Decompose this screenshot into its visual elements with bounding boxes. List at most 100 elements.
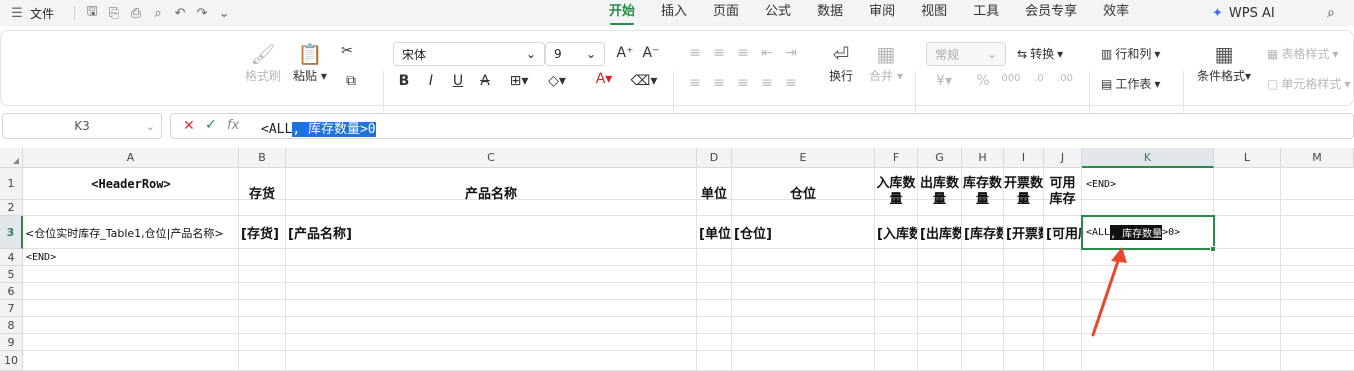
cell-j1[interactable]: 可用库存 [1044, 169, 1081, 215]
cell-i1[interactable]: 开票数量 [1004, 169, 1043, 215]
tab-view[interactable]: 视图 [908, 0, 960, 26]
column-header-b[interactable]: B [239, 148, 286, 168]
align-middle-icon[interactable]: ≡ [709, 45, 729, 61]
rows-cols-button[interactable]: ▥ 行和列 ▾ [1101, 45, 1160, 62]
tab-page[interactable]: 页面 [700, 0, 752, 26]
border-icon[interactable]: ⊞▾ [504, 73, 534, 89]
column-header-d[interactable]: D [697, 148, 732, 168]
row-header-3[interactable]: 3 [0, 216, 23, 249]
cell-f1[interactable]: 入库数量 [875, 169, 917, 215]
column-header-e[interactable]: E [732, 148, 875, 168]
wrap-text-button[interactable]: ⏎ 换行 [829, 41, 853, 84]
decimal-decrease-icon[interactable]: .00 [1055, 73, 1075, 84]
column-header-k[interactable]: K [1082, 148, 1214, 168]
search-icon[interactable]: ⌕ [1320, 2, 1342, 24]
wps-ai-button[interactable]: ✦ WPS AI [1212, 0, 1275, 26]
row-header-9[interactable]: 9 [0, 334, 23, 351]
cell-d1[interactable]: 单位 [697, 169, 731, 215]
italic-icon[interactable]: I [421, 73, 441, 89]
tab-efficiency[interactable]: 效率 [1090, 0, 1142, 26]
row-header-6[interactable]: 6 [0, 283, 23, 300]
row-header-10[interactable]: 10 [0, 351, 23, 371]
fill-handle[interactable] [1210, 246, 1216, 252]
redo-icon[interactable]: ↷ [191, 2, 213, 24]
conditional-format-button[interactable]: ▦ 条件格式▾ [1197, 41, 1251, 84]
chevron-down-icon[interactable]: ⌄ [146, 120, 155, 133]
print-preview-icon[interactable]: ⌕ [147, 2, 169, 24]
cell-b1[interactable]: 存货 [239, 169, 285, 215]
fill-color-icon[interactable]: ◇▾ [542, 73, 572, 89]
row-header-8[interactable]: 8 [0, 317, 23, 334]
select-all-corner[interactable]: ◢ [0, 148, 23, 168]
tab-insert[interactable]: 插入 [648, 0, 700, 26]
convert-button[interactable]: ⇆ 转换 ▾ [1017, 45, 1063, 62]
column-header-l[interactable]: L [1214, 148, 1281, 168]
indent-increase-icon[interactable]: ⇥ [781, 45, 801, 61]
cell-k1[interactable]: <END> [1086, 177, 1206, 191]
format-painter-button[interactable]: 🖌 格式刷 [245, 41, 281, 84]
cell-e1[interactable]: 仓位 [732, 169, 874, 215]
align-top-icon[interactable]: ≡ [685, 45, 705, 61]
cell-j3[interactable]: [可用库存] [1046, 217, 1081, 248]
cell-h1[interactable]: 库存数量 [962, 169, 1003, 215]
cell-h3[interactable]: [库存数量] [964, 217, 1003, 248]
name-box[interactable]: K3 ⌄ [2, 113, 162, 139]
font-color-icon[interactable]: A▾ [589, 71, 619, 87]
justify-icon[interactable]: ≡ [757, 75, 777, 91]
copy-icon[interactable]: ⧉ [341, 73, 361, 89]
font-size-select[interactable]: 9 ⌄ [545, 42, 605, 66]
cell-i3[interactable]: [开票数量] [1006, 217, 1043, 248]
bold-icon[interactable]: B [394, 73, 414, 89]
row-header-4[interactable]: 4 [0, 249, 23, 266]
cell-c3[interactable]: [产品名称] [288, 217, 695, 248]
clear-icon[interactable]: ⌫▾ [629, 73, 659, 89]
currency-icon[interactable]: ¥▾ [931, 73, 957, 89]
column-header-a[interactable]: A [23, 148, 239, 168]
cell-g3[interactable]: [出库数量] [920, 217, 961, 248]
row-header-2[interactable]: 2 [0, 200, 23, 216]
column-header-m[interactable]: M [1281, 148, 1354, 168]
table-style-button[interactable]: ▦ 表格样式 ▾ [1267, 45, 1338, 62]
row-header-7[interactable]: 7 [0, 300, 23, 317]
align-bottom-icon[interactable]: ≡ [733, 45, 753, 61]
column-header-f[interactable]: F [875, 148, 918, 168]
column-header-i[interactable]: I [1004, 148, 1044, 168]
cell-a1[interactable]: <HeaderRow> [24, 169, 238, 199]
hamburger-menu-icon[interactable]: ☰ [6, 2, 28, 24]
worksheet-button[interactable]: ▤ 工作表 ▾ [1101, 75, 1160, 92]
tab-member[interactable]: 会员专享 [1012, 0, 1090, 26]
paste-button[interactable]: 📋 粘贴 ▾ [293, 41, 327, 84]
tab-home[interactable]: 开始 [596, 0, 648, 26]
fx-icon[interactable]: fx [227, 118, 239, 133]
underline-icon[interactable]: U [448, 73, 468, 89]
decimal-increase-icon[interactable]: .0 [1029, 73, 1049, 84]
tab-review[interactable]: 审阅 [856, 0, 908, 26]
cut-icon[interactable]: ✂ [337, 43, 357, 59]
cell-g1[interactable]: 出库数量 [918, 169, 961, 215]
confirm-icon[interactable]: ✓ [205, 117, 217, 133]
print-icon[interactable]: ⎙ [125, 2, 147, 24]
cell-c1[interactable]: 产品名称 [286, 169, 696, 215]
cell-b3[interactable]: [存货] [241, 217, 285, 248]
align-left-icon[interactable]: ≡ [685, 75, 705, 91]
increase-font-icon[interactable]: A⁺ [615, 45, 635, 61]
align-center-icon[interactable]: ≡ [709, 75, 729, 91]
cell-f3[interactable]: [入库数量] [877, 217, 917, 248]
column-header-g[interactable]: G [918, 148, 962, 168]
strikethrough-icon[interactable]: A [475, 73, 495, 89]
percent-icon[interactable]: % [973, 73, 993, 89]
row-header-1[interactable]: 1 [0, 168, 23, 200]
cell-a4[interactable]: <END> [26, 250, 126, 264]
column-header-j[interactable]: J [1044, 148, 1082, 168]
thousands-icon[interactable]: 000 [1001, 73, 1021, 84]
cell-e3[interactable]: [仓位] [734, 217, 874, 248]
column-header-h[interactable]: H [962, 148, 1004, 168]
tab-formula[interactable]: 公式 [752, 0, 804, 26]
save-icon[interactable]: 🖫 [81, 2, 103, 24]
cell-a3[interactable]: <仓位实时库存_Table1,仓位|产品名称> [25, 217, 237, 248]
tab-tools[interactable]: 工具 [960, 0, 1012, 26]
file-menu[interactable]: 文件 [30, 5, 54, 22]
distribute-icon[interactable]: ≡ [781, 75, 801, 91]
formula-input[interactable]: ✕ ✓ fx <ALL, 库存数量>0 [170, 113, 1354, 139]
chevron-down-icon[interactable]: ⌄ [213, 2, 235, 24]
